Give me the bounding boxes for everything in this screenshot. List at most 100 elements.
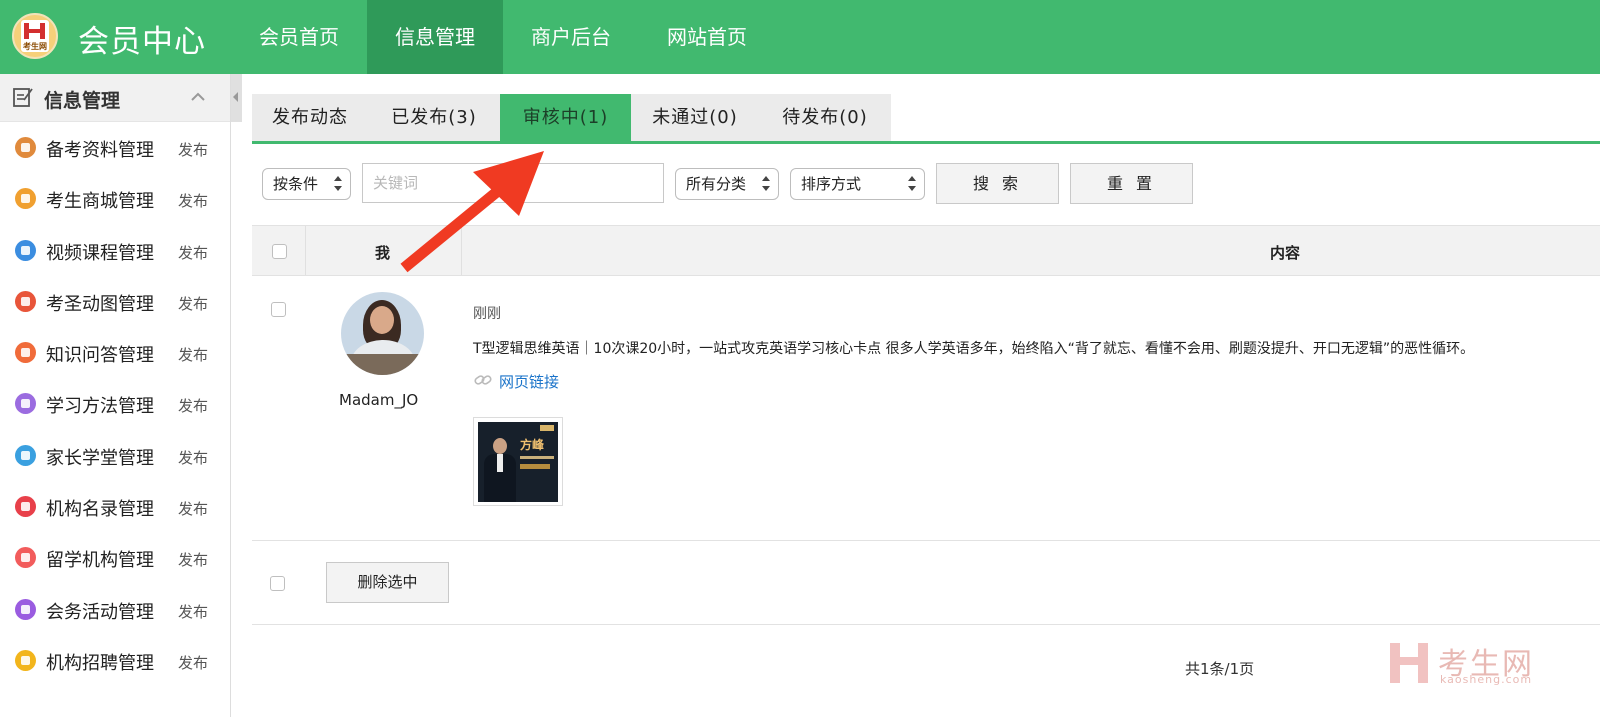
sidebar-item-parent-school[interactable]: 家长学堂管理 发布 bbox=[0, 430, 230, 481]
watermark-logo-icon bbox=[1390, 643, 1428, 683]
column-me: 我 bbox=[375, 244, 391, 262]
sidebar-item-label: 备考资料管理 bbox=[46, 140, 154, 161]
tab-published[interactable]: 已发布(3) bbox=[368, 94, 500, 141]
nav-site-home[interactable]: 网站首页 bbox=[639, 0, 775, 74]
sidebar-heading: 信息管理 bbox=[44, 90, 121, 112]
select-arrows-icon bbox=[762, 176, 770, 192]
select-all-checkbox[interactable] bbox=[272, 244, 287, 259]
sidebar-item-label: 视频课程管理 bbox=[46, 242, 154, 264]
tab-under-review[interactable]: 审核中(1) bbox=[500, 94, 631, 141]
nav-member-home[interactable]: 会员首页 bbox=[231, 0, 367, 74]
question-icon bbox=[15, 342, 36, 364]
sidebar-collapse-toggle[interactable] bbox=[231, 74, 242, 122]
sidebar-publish-link[interactable]: 发布 bbox=[178, 498, 208, 519]
reset-button[interactable]: 重 置 bbox=[1070, 163, 1193, 204]
sidebar-item-recruitment[interactable]: 机构招聘管理 发布 bbox=[0, 635, 230, 686]
row-divider bbox=[252, 540, 1600, 541]
column-content: 内容 bbox=[1270, 244, 1301, 262]
keyword-input[interactable] bbox=[362, 163, 664, 203]
chart-bars-icon bbox=[15, 393, 36, 415]
logo-text: 考生网 bbox=[23, 42, 47, 51]
building-icon bbox=[15, 496, 36, 518]
thumbnail-title: 方峰 bbox=[520, 438, 545, 452]
sidebar-item-label: 留学机构管理 bbox=[46, 550, 154, 572]
tab-pending[interactable]: 待发布(0) bbox=[759, 94, 891, 141]
sidebar-publish-link[interactable]: 发布 bbox=[178, 139, 208, 160]
nav-merchant-backend[interactable]: 商户后台 bbox=[503, 0, 639, 74]
tab-rejected[interactable]: 未通过(0) bbox=[631, 94, 759, 141]
sidebar-publish-link[interactable]: 发布 bbox=[178, 549, 208, 570]
sidebar-item-label: 家长学堂管理 bbox=[46, 447, 154, 469]
sidebar-publish-link[interactable]: 发布 bbox=[178, 447, 208, 468]
sidebar-item-label: 考圣动图管理 bbox=[46, 293, 154, 315]
sidebar-publish-link[interactable]: 发布 bbox=[178, 293, 208, 314]
web-link[interactable]: 网页链接 bbox=[499, 371, 559, 392]
sidebar-item-animated-images[interactable]: 考圣动图管理 发布 bbox=[0, 276, 230, 327]
sidebar-item-label: 考生商城管理 bbox=[46, 191, 154, 213]
table-header: 我 内容 bbox=[252, 225, 1600, 276]
condition-select-value: 按条件 bbox=[273, 175, 319, 193]
sidebar-publish-link[interactable]: 发布 bbox=[178, 344, 208, 365]
sidebar-item-institution-directory[interactable]: 机构名录管理 发布 bbox=[0, 481, 230, 532]
pen-icon bbox=[15, 290, 36, 312]
avatar[interactable] bbox=[341, 292, 424, 375]
sidebar-item-study-materials[interactable]: 备考资料管理 发布 bbox=[0, 122, 230, 173]
search-button[interactable]: 搜 索 bbox=[936, 163, 1059, 204]
category-select-value: 所有分类 bbox=[686, 175, 747, 193]
sidebar-item-video-courses[interactable]: 视频课程管理 发布 bbox=[0, 225, 230, 276]
video-icon bbox=[15, 239, 36, 261]
site-logo[interactable]: 考生网 bbox=[12, 13, 58, 59]
recruit-icon bbox=[15, 649, 36, 671]
delete-selected-button[interactable]: 删除选中 bbox=[326, 562, 449, 603]
row-thumbnail[interactable]: 方峰 bbox=[473, 417, 563, 506]
tab-underline bbox=[252, 141, 1600, 144]
watermark: 考生网 kaosheng.com bbox=[1388, 637, 1548, 689]
pagination-info: 共1条/1页 bbox=[1185, 660, 1255, 678]
flag-icon bbox=[15, 598, 36, 620]
chevron-up-icon[interactable] bbox=[190, 90, 206, 102]
sidebar-item-study-abroad[interactable]: 留学机构管理 发布 bbox=[0, 532, 230, 583]
select-arrows-icon bbox=[908, 176, 916, 192]
plane-icon bbox=[15, 547, 36, 569]
sidebar-item-label: 知识问答管理 bbox=[46, 345, 154, 367]
page-title: 会员中心 bbox=[78, 24, 206, 60]
link-icon bbox=[474, 375, 492, 385]
sidebar-item-label: 学习方法管理 bbox=[46, 396, 154, 418]
sidebar-item-study-methods[interactable]: 学习方法管理 发布 bbox=[0, 378, 230, 429]
sidebar-item-events[interactable]: 会务活动管理 发布 bbox=[0, 584, 230, 635]
sort-select-value: 排序方式 bbox=[801, 175, 862, 193]
row-username[interactable]: Madam_JO bbox=[339, 391, 418, 409]
cart-icon bbox=[15, 188, 36, 210]
row-checkbox[interactable] bbox=[271, 302, 286, 317]
footer-divider bbox=[252, 624, 1600, 625]
sidebar-item-label: 会务活动管理 bbox=[46, 601, 154, 623]
watermark-domain: kaosheng.com bbox=[1440, 673, 1533, 686]
row-content-text[interactable]: T型逻辑思维英语｜10次课20小时，一站式攻克英语学习核心卡点 很多人学英语多年… bbox=[473, 338, 1474, 358]
sidebar: 信息管理 备考资料管理 发布 考生商城管理 发布 视频课程管理 发布 考圣动图管… bbox=[0, 74, 231, 717]
tab-post-update[interactable]: 发布动态 bbox=[252, 94, 368, 141]
sort-select[interactable]: 排序方式 bbox=[790, 168, 925, 200]
row-timestamp: 刚刚 bbox=[473, 306, 501, 322]
sidebar-item-label: 机构招聘管理 bbox=[46, 652, 154, 674]
sidebar-publish-link[interactable]: 发布 bbox=[178, 395, 208, 416]
graduation-cap-icon bbox=[15, 444, 36, 466]
logo-mark: 考生网 bbox=[21, 20, 49, 52]
main-nav: 会员首页 信息管理 商户后台 网站首页 bbox=[231, 0, 775, 74]
sidebar-publish-link[interactable]: 发布 bbox=[178, 190, 208, 211]
sidebar-publish-link[interactable]: 发布 bbox=[178, 652, 208, 673]
edit-list-icon bbox=[13, 88, 33, 107]
books-icon bbox=[15, 137, 36, 158]
top-bar: 考生网 会员中心 会员首页 信息管理 商户后台 网站首页 bbox=[0, 0, 1600, 74]
nav-info-management[interactable]: 信息管理 bbox=[367, 0, 503, 74]
status-tabs: 发布动态 已发布(3) 审核中(1) 未通过(0) 待发布(0) bbox=[252, 94, 891, 141]
condition-select[interactable]: 按条件 bbox=[262, 168, 351, 200]
category-select[interactable]: 所有分类 bbox=[675, 168, 779, 200]
sidebar-item-qa[interactable]: 知识问答管理 发布 bbox=[0, 327, 230, 378]
sidebar-item-label: 机构名录管理 bbox=[46, 499, 154, 521]
sidebar-section-header[interactable]: 信息管理 bbox=[0, 74, 230, 122]
select-arrows-icon bbox=[334, 176, 342, 192]
sidebar-publish-link[interactable]: 发布 bbox=[178, 242, 208, 263]
sidebar-publish-link[interactable]: 发布 bbox=[178, 601, 208, 622]
sidebar-item-mall[interactable]: 考生商城管理 发布 bbox=[0, 173, 230, 224]
bulk-select-checkbox[interactable] bbox=[270, 576, 285, 591]
